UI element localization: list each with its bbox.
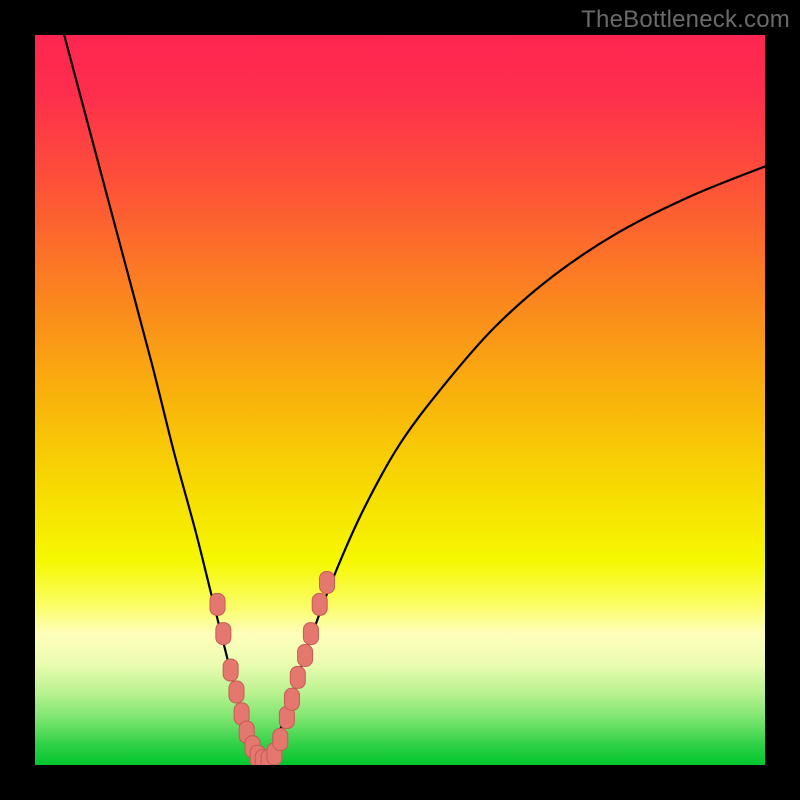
- plot-area: [35, 35, 765, 765]
- curve-marker: [320, 572, 335, 594]
- curve-marker: [284, 688, 299, 710]
- bottleneck-curve: [64, 35, 765, 763]
- curve-marker: [216, 623, 231, 645]
- curve-marker: [273, 728, 288, 750]
- chart-svg: [35, 35, 765, 765]
- curve-marker: [210, 593, 225, 615]
- highlighted-points: [210, 572, 335, 766]
- curve-marker: [229, 681, 244, 703]
- curve-marker: [303, 623, 318, 645]
- attribution-label: TheBottleneck.com: [581, 6, 790, 34]
- curve-marker: [223, 659, 238, 681]
- curve-marker: [312, 593, 327, 615]
- chart-frame: TheBottleneck.com: [0, 0, 800, 800]
- curve-marker: [298, 645, 313, 667]
- curve-marker: [290, 666, 305, 688]
